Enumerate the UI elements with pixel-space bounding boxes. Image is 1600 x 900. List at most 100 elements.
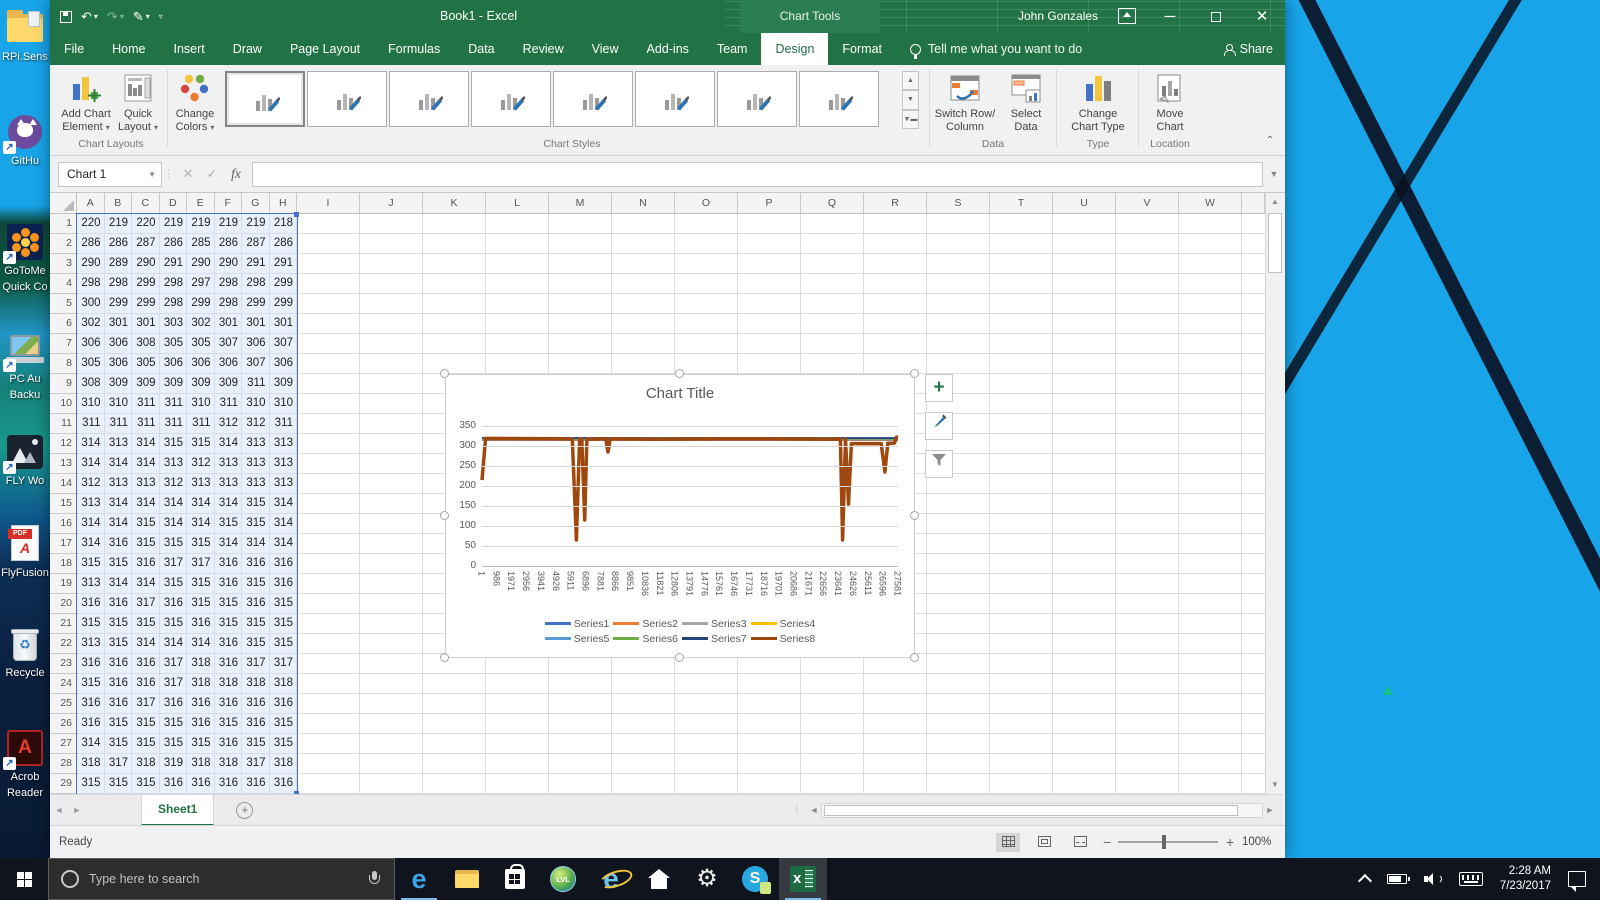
cell-B4[interactable]: 298: [105, 274, 133, 294]
cell-F11[interactable]: 312: [215, 414, 243, 434]
cell-H6[interactable]: 301: [270, 314, 298, 334]
cell-E10[interactable]: 310: [187, 394, 215, 414]
cell-H7[interactable]: 307: [270, 334, 298, 354]
cell-G24[interactable]: 318: [242, 674, 270, 694]
enter-entry-button[interactable]: ✓: [200, 166, 224, 182]
tray-expand-chevron-icon[interactable]: [1358, 874, 1372, 888]
chart-resize-handle[interactable]: [675, 369, 684, 378]
row-header-4[interactable]: 4: [50, 274, 77, 294]
column-header-A[interactable]: A: [77, 193, 105, 214]
ribbon-tab-view[interactable]: View: [578, 33, 633, 65]
cell-B5[interactable]: 299: [105, 294, 133, 314]
move-chart-button[interactable]: Move Chart: [1144, 69, 1196, 134]
cell-D20[interactable]: 316: [160, 594, 188, 614]
cell-A23[interactable]: 316: [77, 654, 105, 674]
row-header-2[interactable]: 2: [50, 234, 77, 254]
cell-B14[interactable]: 313: [105, 474, 133, 494]
cell-B3[interactable]: 289: [105, 254, 133, 274]
ribbon-tab-add-ins[interactable]: Add-ins: [633, 33, 703, 65]
cell-G28[interactable]: 317: [242, 754, 270, 774]
cell-D13[interactable]: 313: [160, 454, 188, 474]
cell-A21[interactable]: 315: [77, 614, 105, 634]
cell-D3[interactable]: 291: [160, 254, 188, 274]
cell-F2[interactable]: 286: [215, 234, 243, 254]
switch-row-column-button[interactable]: Switch Row/ Column: [934, 69, 996, 134]
cell-E9[interactable]: 309: [187, 374, 215, 394]
cell-F20[interactable]: 315: [215, 594, 243, 614]
scroll-down-arrow[interactable]: ▼: [1267, 777, 1283, 793]
chart-resize-handle[interactable]: [440, 511, 449, 520]
cell-G13[interactable]: 313: [242, 454, 270, 474]
cell-E2[interactable]: 285: [187, 234, 215, 254]
cell-F25[interactable]: 316: [215, 694, 243, 714]
row-header-10[interactable]: 10: [50, 394, 77, 414]
cell-H14[interactable]: 313: [270, 474, 298, 494]
cell-E21[interactable]: 316: [187, 614, 215, 634]
cell-B2[interactable]: 286: [105, 234, 133, 254]
legend-item-series4[interactable]: Series4: [751, 618, 816, 630]
horizontal-scroll-thumb[interactable]: [824, 805, 1238, 816]
row-header-15[interactable]: 15: [50, 494, 77, 514]
cell-G27[interactable]: 315: [242, 734, 270, 754]
row-header-24[interactable]: 24: [50, 674, 77, 694]
row-header-19[interactable]: 19: [50, 574, 77, 594]
select-all-corner[interactable]: [50, 193, 77, 214]
cell-E16[interactable]: 314: [187, 514, 215, 534]
cell-F19[interactable]: 316: [215, 574, 243, 594]
cell-G20[interactable]: 316: [242, 594, 270, 614]
cell-H24[interactable]: 318: [270, 674, 298, 694]
taskbar-lvl-app-button[interactable]: LVL: [539, 858, 587, 900]
cell-F17[interactable]: 314: [215, 534, 243, 554]
share-button[interactable]: Share: [1224, 33, 1273, 65]
name-box-dropdown-icon[interactable]: ▼: [148, 163, 156, 186]
chart-resize-handle[interactable]: [440, 369, 449, 378]
chart-style-2[interactable]: [307, 71, 387, 127]
ribbon-display-options-button[interactable]: [1118, 8, 1136, 24]
cell-G21[interactable]: 315: [242, 614, 270, 634]
row-header-1[interactable]: 1: [50, 214, 77, 234]
sheet-nav-right-icon[interactable]: ►: [68, 805, 86, 815]
cell-E7[interactable]: 305: [187, 334, 215, 354]
row-header-17[interactable]: 17: [50, 534, 77, 554]
cell-A10[interactable]: 310: [77, 394, 105, 414]
cell-G8[interactable]: 307: [242, 354, 270, 374]
chart-legend[interactable]: Series1Series2Series3Series4Series5Serie…: [446, 616, 914, 646]
cell-G10[interactable]: 310: [242, 394, 270, 414]
cell-D10[interactable]: 311: [160, 394, 188, 414]
ribbon-tab-data[interactable]: Data: [454, 33, 508, 65]
cell-A22[interactable]: 313: [77, 634, 105, 654]
taskbar-home-button[interactable]: [635, 858, 683, 900]
cell-C23[interactable]: 316: [132, 654, 160, 674]
cell-F6[interactable]: 301: [215, 314, 243, 334]
chart-style-5[interactable]: [553, 71, 633, 127]
ribbon-tab-draw[interactable]: Draw: [219, 33, 276, 65]
cell-E11[interactable]: 311: [187, 414, 215, 434]
row-header-7[interactable]: 7: [50, 334, 77, 354]
cell-G25[interactable]: 316: [242, 694, 270, 714]
chart-style-1[interactable]: [225, 71, 305, 127]
chart-elements-button[interactable]: +: [925, 374, 953, 402]
sheet-nav-left-icon[interactable]: ◄: [50, 805, 68, 815]
page-break-view-button[interactable]: [1068, 833, 1092, 852]
row-header-8[interactable]: 8: [50, 354, 77, 374]
row-header-12[interactable]: 12: [50, 434, 77, 454]
cell-D21[interactable]: 315: [160, 614, 188, 634]
column-header-partial[interactable]: [1242, 193, 1265, 214]
cell-A28[interactable]: 318: [77, 754, 105, 774]
cell-A11[interactable]: 311: [77, 414, 105, 434]
cell-B20[interactable]: 316: [105, 594, 133, 614]
cell-B28[interactable]: 317: [105, 754, 133, 774]
cell-E14[interactable]: 313: [187, 474, 215, 494]
chart-resize-handle[interactable]: [675, 653, 684, 662]
select-data-button[interactable]: Select Data: [1002, 69, 1050, 134]
cell-E20[interactable]: 315: [187, 594, 215, 614]
cell-E24[interactable]: 318: [187, 674, 215, 694]
cell-C12[interactable]: 314: [132, 434, 160, 454]
cell-D23[interactable]: 317: [160, 654, 188, 674]
ribbon-tab-team[interactable]: Team: [703, 33, 762, 65]
cell-F1[interactable]: 219: [215, 214, 243, 234]
cell-D25[interactable]: 316: [160, 694, 188, 714]
cell-A29[interactable]: 315: [77, 774, 105, 794]
cell-E19[interactable]: 315: [187, 574, 215, 594]
taskbar-skype-button[interactable]: S: [731, 858, 779, 900]
